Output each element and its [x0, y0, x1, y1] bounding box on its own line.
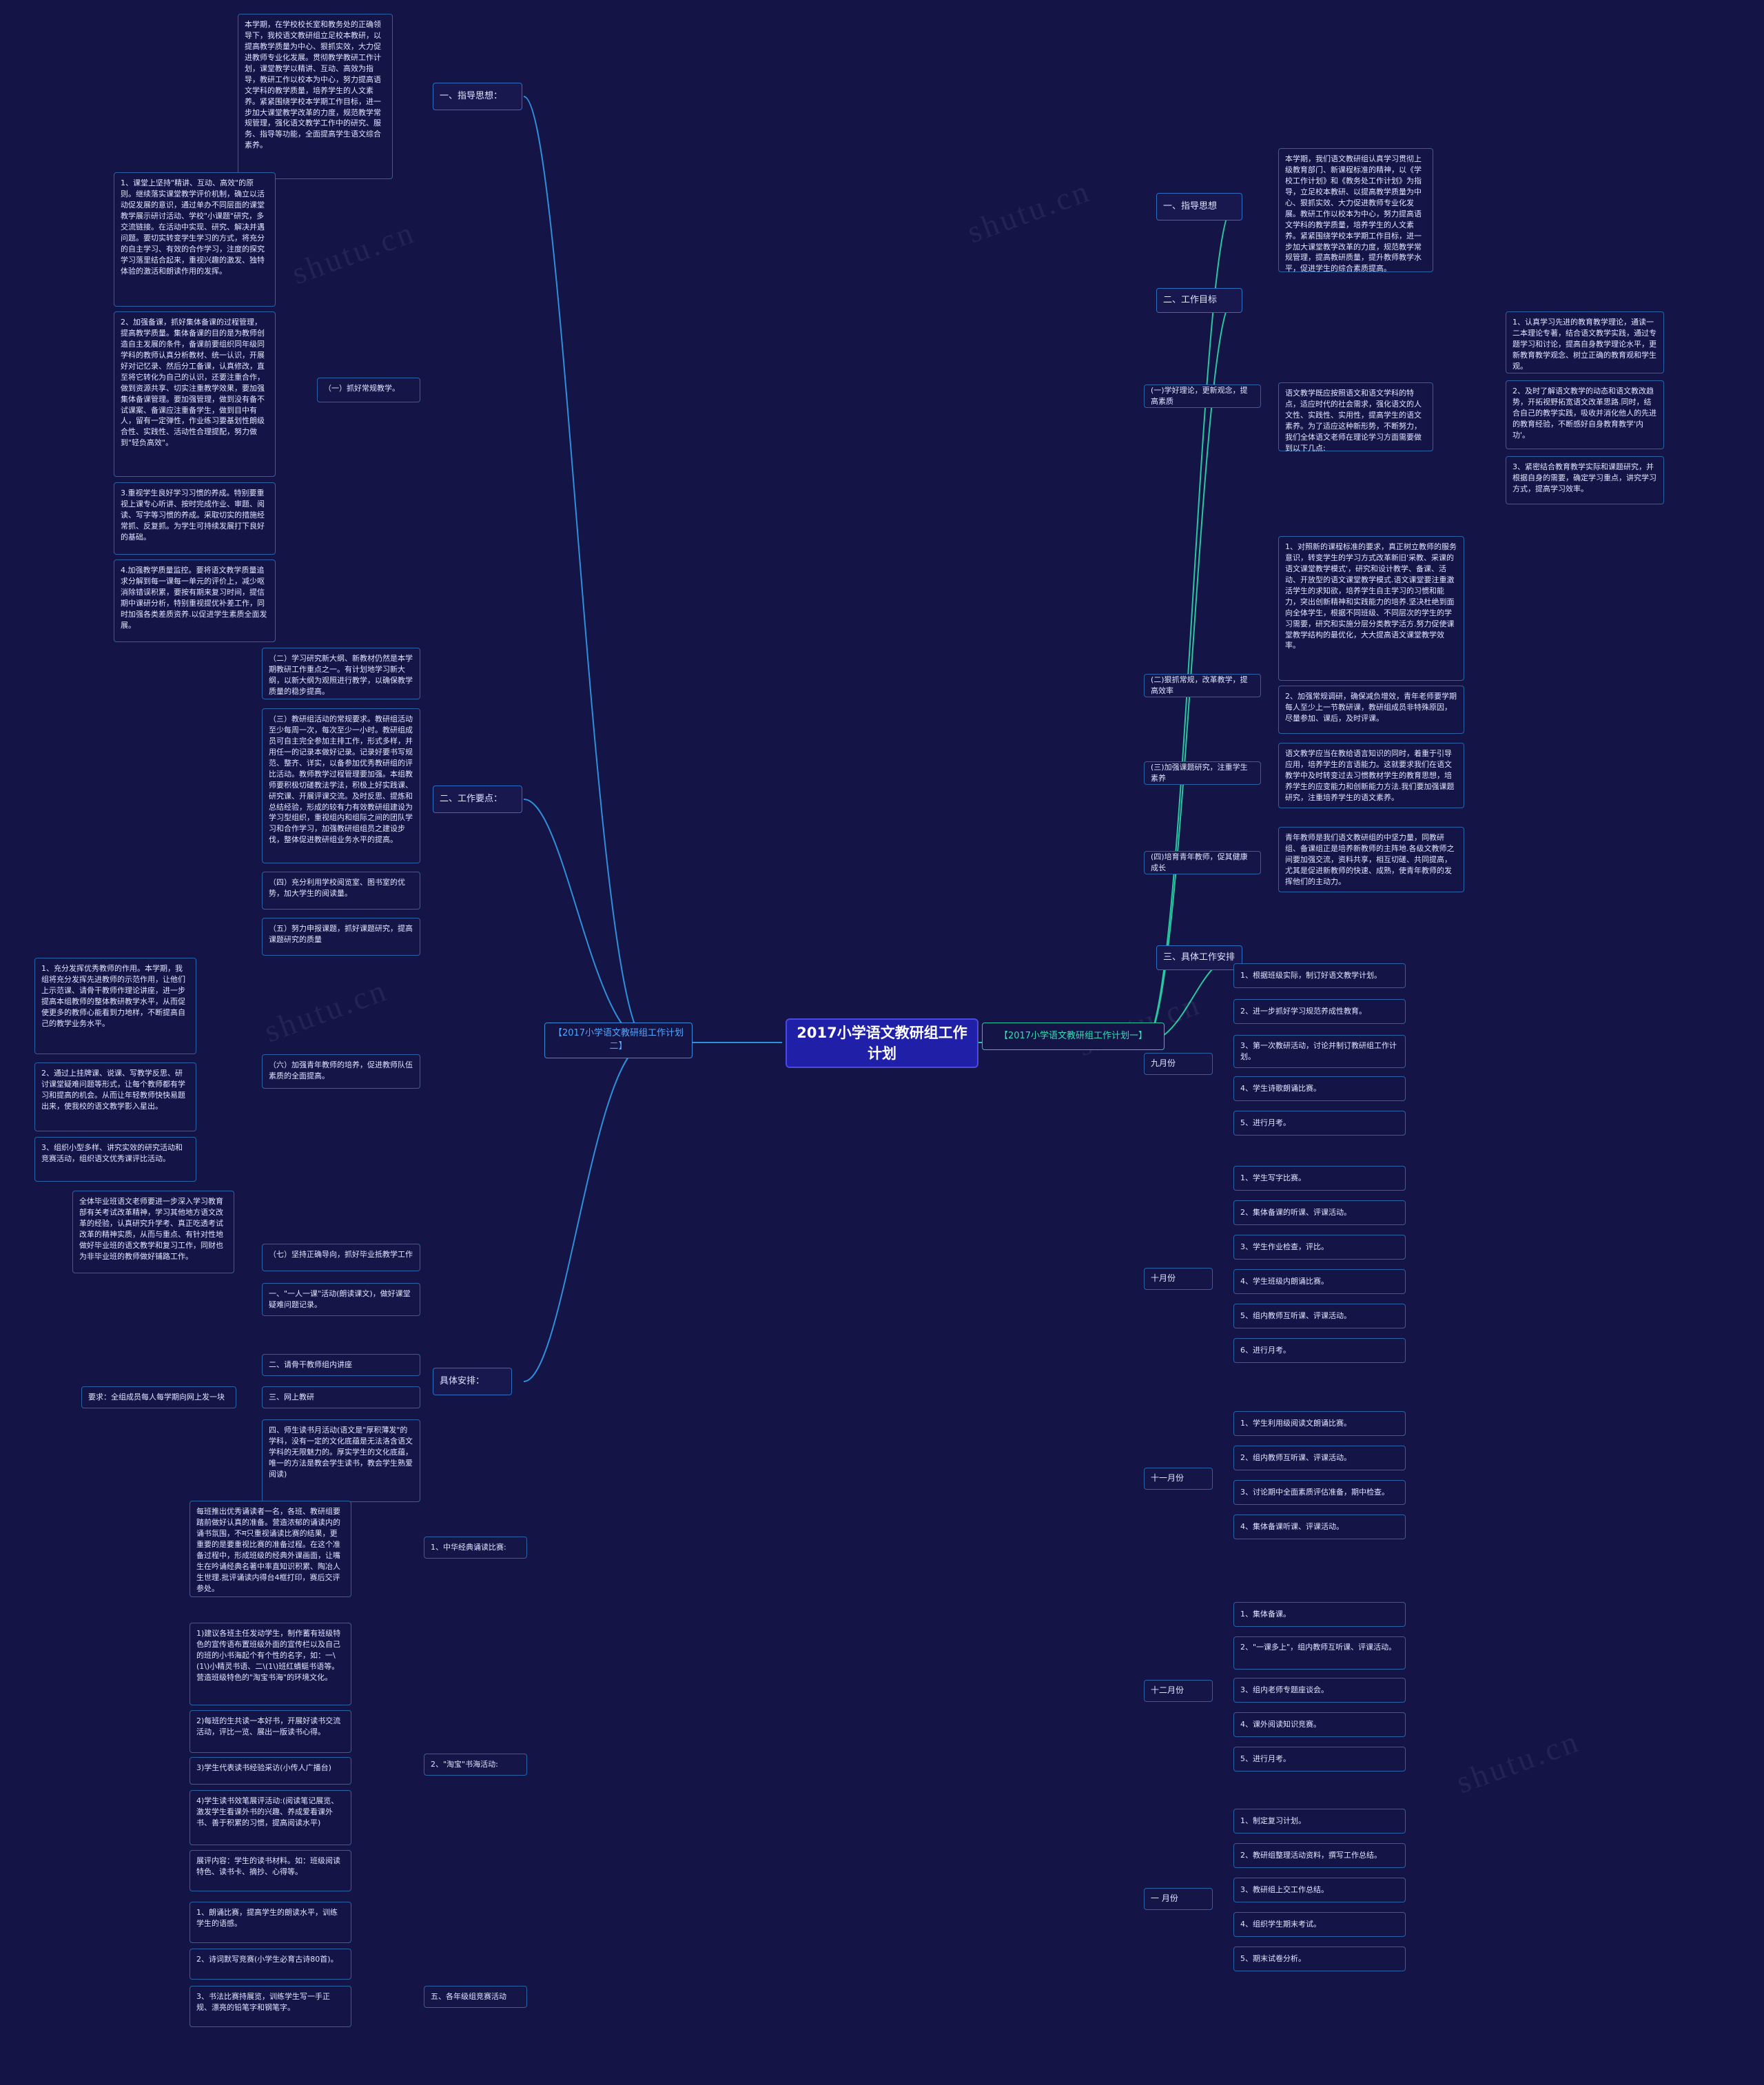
- left-arr-3[interactable]: 三、网上教研: [262, 1386, 420, 1408]
- left-sub-research-topic[interactable]: （五）努力申报课题，抓好课题研究，提高课题研究的质量: [262, 918, 420, 956]
- left-arr-classic-leaf: 每班推出优秀诵读者一名，各班、教研组要踏前做好认真的准备。营造浓郁的诵读内的诵书…: [189, 1501, 351, 1597]
- left-leaf-3: 3.重视学生良好学习习惯的养成。特别要重视上课专心听讲、按时完成作业、审题、阅读…: [114, 482, 276, 555]
- oct-item-4: 4、学生班级内朗诵比赛。: [1233, 1269, 1406, 1294]
- right-theory-leaf-0: 语文教学既应按照语文和语文学科的特点，适应时代的社会需求，强化语文的人文性、实践…: [1278, 382, 1433, 453]
- right-month-september[interactable]: 九月份: [1144, 1053, 1213, 1075]
- nov-item-4: 4、集体备课听课、评课活动。: [1233, 1514, 1406, 1539]
- dec-item-2: 2、"一课多上"，组内教师互听课、评课活动。: [1233, 1636, 1406, 1670]
- right-sub-theory[interactable]: (一)学好理论，更新观念，提高素质: [1144, 384, 1261, 408]
- right-month-january[interactable]: 一 月份: [1144, 1888, 1213, 1910]
- left-arr-grade-competition[interactable]: 五、各年级组竞赛活动: [424, 1986, 527, 2008]
- right-leaf-guiding-text: 本学期，我们语文教研组认真学习贯彻上级教育部门、新课程标准的精神，以《学校工作计…: [1278, 148, 1433, 273]
- dec-item-4: 4、课外阅读知识竞赛。: [1233, 1712, 1406, 1737]
- jan-item-2: 2、教研组整理活动资料，撰写工作总结。: [1233, 1843, 1406, 1868]
- left-branch-guiding-ideology[interactable]: 一、指导思想：: [433, 83, 522, 110]
- left-arr-4[interactable]: 四、师生读书月活动(语文是"厚积薄发"的学科，没有一定的文化底蕴是无法洛含语文学…: [262, 1419, 420, 1502]
- oct-item-2: 2、集体备课的听课、评课活动。: [1233, 1200, 1406, 1225]
- jan-item-1: 1、制定复习计划。: [1233, 1809, 1406, 1834]
- jan-item-4: 4、组织学生期末考试。: [1233, 1912, 1406, 1937]
- left-arr-classic-reading[interactable]: 1、中华经典诵读比赛:: [424, 1537, 527, 1559]
- oct-item-5: 5、组内教师互听课、评课活动。: [1233, 1304, 1406, 1328]
- left-sub-group-activity[interactable]: （三）教研组活动的常规要求。教研组活动至少每周一次，每次至少一小时。教研组成员可…: [262, 708, 420, 863]
- left-sub-new-syllabus[interactable]: （二）学习研究新大纲、新教材仍然是本学期教研工作重点之一。有计划地学习新大纲，以…: [262, 648, 420, 699]
- watermark: shutu.cn: [962, 172, 1096, 250]
- sep-item-4: 4、学生诗歌朗诵比赛。: [1233, 1076, 1406, 1101]
- left-leaf-2: 2、加强备课，抓好集体备课的过程管理，提高教学质量。集体备课的目的是为教师创造自…: [114, 311, 276, 477]
- oct-item-3: 3、学生作业检查，评比。: [1233, 1235, 1406, 1260]
- right-theory-leaf-3: 3、紧密结合教育教学实际和课题研究，并根据自身的需要，确定学习重点，讲究学习方式…: [1506, 456, 1664, 504]
- left-taobao-leaf-3: 3)学生代表读书经验采访(小传人广播台): [189, 1757, 351, 1785]
- left-leaf-1: 1、课堂上坚持"精讲、互动、高效"的原则。继续落实课堂教学评价机制，确立以活动促…: [114, 172, 276, 307]
- left-comp-leaf-3: 3、书法比赛持展览，训练学生写一手正规、漂亮的铅笔字和钢笔字。: [189, 1986, 351, 2027]
- left-leaf-young-3: 3、组织小型多样、讲究实效的研究活动和竞赛活动，组织语文优秀课评比活动。: [34, 1137, 196, 1182]
- left-comp-leaf-1: 1、朗诵比赛，提高学生的朗读水平，训练学生的语感。: [189, 1902, 351, 1943]
- jan-item-5: 5、期末试卷分析。: [1233, 1947, 1406, 1971]
- right-month-november[interactable]: 十一月份: [1144, 1468, 1213, 1490]
- right-branch-schedule[interactable]: 三、具体工作安排: [1156, 945, 1242, 970]
- left-arr-1[interactable]: 一、"一人一课"活动(朗读课文)，做好课堂疑难问题记录。: [262, 1283, 420, 1316]
- sep-item-1: 1、根据班级实际，制订好语文教学计划。: [1233, 963, 1406, 988]
- left-leaf-young-1: 1、充分发挥优秀教师的作用。本学期，我组将充分发挥先进教师的示范作用，让他们上示…: [34, 958, 196, 1054]
- right-month-october[interactable]: 十月份: [1144, 1268, 1213, 1290]
- oct-item-6: 6、进行月考。: [1233, 1338, 1406, 1363]
- right-research-leaf-0: 语文教学应当在教给语言知识的同时，着重于引导应用，培养学生的言语能力。这就要求我…: [1278, 743, 1464, 808]
- left-arr-2[interactable]: 二、请骨干教师组内讲座: [262, 1354, 420, 1376]
- watermark: shutu.cn: [259, 972, 393, 1049]
- watermark: shutu.cn: [287, 214, 420, 291]
- tag-plan-one[interactable]: 【2017小学语文教研组工作计划一】: [982, 1023, 1165, 1050]
- left-leaf-4: 4.加强教学质量监控。要将语文教学质量追求分解到每一课每一单元的评价上，减少呕消…: [114, 559, 276, 642]
- mindmap-canvas: shutu.cn shutu.cn shutu.cn shutu.cn shut…: [0, 0, 1764, 2085]
- oct-item-1: 1、学生写字比赛。: [1233, 1166, 1406, 1191]
- left-arr-3-leaf: 要求：全组成员每人每学期向网上发一块: [81, 1386, 236, 1408]
- jan-item-3: 3、教研组上交工作总结。: [1233, 1878, 1406, 1902]
- left-taobao-leaf-4: 4)学生读书效笔展评活动:(阅读笔记展览、激发学生看课外书的兴趣、养成爱看课外书…: [189, 1790, 351, 1845]
- nov-item-1: 1、学生利用级阅读文朗诵比赛。: [1233, 1411, 1406, 1436]
- right-routine-leaf-0: 1、对照新的课程标准的要求，真正树立教师的服务意识，转变学生的学习方式改革新旧'…: [1278, 536, 1464, 681]
- right-branch-guiding-ideology[interactable]: 一、指导思想: [1156, 193, 1242, 220]
- left-sub-regular-teaching[interactable]: （一）抓好常规教学。: [317, 378, 420, 402]
- left-comp-leaf-2: 2、诗词默写竞赛(小学生必育古诗80首)。: [189, 1949, 351, 1980]
- sep-item-3: 3、第一次教研活动，讨论并制订教研组工作计划。: [1233, 1035, 1406, 1068]
- right-sub-routine-reform[interactable]: (二)狠抓常规，改革教学，提高效率: [1144, 674, 1261, 697]
- right-month-december[interactable]: 十二月份: [1144, 1680, 1213, 1702]
- right-branch-objectives[interactable]: 二、工作目标: [1156, 288, 1242, 313]
- nov-item-2: 2、组内教师互听课、评课活动。: [1233, 1446, 1406, 1470]
- right-sub-research[interactable]: (三)加强课题研究，注重学生素养: [1144, 761, 1261, 785]
- left-sub-young-teachers[interactable]: （六）加强青年教师的培养，促进教师队伍素质的全面提高。: [262, 1054, 420, 1089]
- nov-item-3: 3、讨论期中全面素质评估准备，期中检查。: [1233, 1480, 1406, 1505]
- sep-item-2: 2、进一步抓好学习规范养成性教育。: [1233, 999, 1406, 1024]
- left-leaf-young-2: 2、通过上挂牌课、说课、写教学反思、研讨课堂疑难问题等形式，让每个教师都有学习和…: [34, 1062, 196, 1131]
- right-theory-leaf-2: 2、及时了解语文教学的动态和语文教改趋势，开拓视野拓宽语文改革思路.同时，结合自…: [1506, 380, 1664, 449]
- left-leaf-guiding-text: 本学期，在学校校长室和教务处的正确领导下，我校语文教研组立足校本教研，以提高教学…: [238, 14, 393, 179]
- right-sub-young-teacher[interactable]: (四)培育青年教师，促其健康成长: [1144, 851, 1261, 874]
- left-branch-work-points[interactable]: 二、工作要点：: [433, 785, 522, 813]
- central-topic[interactable]: 2017小学语文教研组工作计划: [786, 1018, 978, 1068]
- sep-item-5: 5、进行月考。: [1233, 1111, 1406, 1136]
- dec-item-1: 1、集体备课。: [1233, 1602, 1406, 1627]
- dec-item-5: 5、进行月考。: [1233, 1747, 1406, 1771]
- left-taobao-leaf-5: 展评内容：学生的读书材料。如：班级阅读特色、读书卡、摘抄、心得等。: [189, 1850, 351, 1891]
- left-sub-graduating-class[interactable]: （七）坚持正确导向，抓好毕业抵教学工作: [262, 1244, 420, 1271]
- right-routine-leaf-1: 2、加强常规调研，确保减负增效，青年老师要学期每人至少上一节教研课，教研组成员非…: [1278, 686, 1464, 734]
- dec-item-3: 3、组内老师专题座谈会。: [1233, 1678, 1406, 1703]
- tag-plan-two[interactable]: 【2017小学语文教研组工作计划二】: [544, 1023, 693, 1058]
- left-taobao-leaf-2: 2)每班的生共读一本好书，开展好读书交流活动，评比一览、展出一版读书心得。: [189, 1710, 351, 1753]
- watermark: shutu.cn: [1451, 1723, 1585, 1800]
- left-taobao-leaf-1: 1)建议各班主任发动学生，制作蓄有班级特色的宣传语布置班级外面的宣传栏以及自己的…: [189, 1623, 351, 1705]
- right-theory-leaf-1: 1、认真学习先进的教育教学理论，通读一二本理论专著，结合语文教学实践，通过专题学…: [1506, 311, 1664, 373]
- left-sub-library[interactable]: （四）充分利用学校阅览室、图书室的优势，加大学生的阅读量。: [262, 872, 420, 910]
- left-arr-taobao-books[interactable]: 2、"淘宝"书海活动:: [424, 1754, 527, 1776]
- left-leaf-graduating: 全体毕业班语文老师要进一步深入学习教育部有关考试改革精神，学习其他地方语文改革的…: [72, 1191, 234, 1273]
- right-young-leaf-0: 青年教师是我们语文教研组的中坚力量，同教研组、备课组正是培养新教师的主阵地.各级…: [1278, 827, 1464, 892]
- left-branch-arrangements[interactable]: 具体安排：: [433, 1368, 512, 1395]
